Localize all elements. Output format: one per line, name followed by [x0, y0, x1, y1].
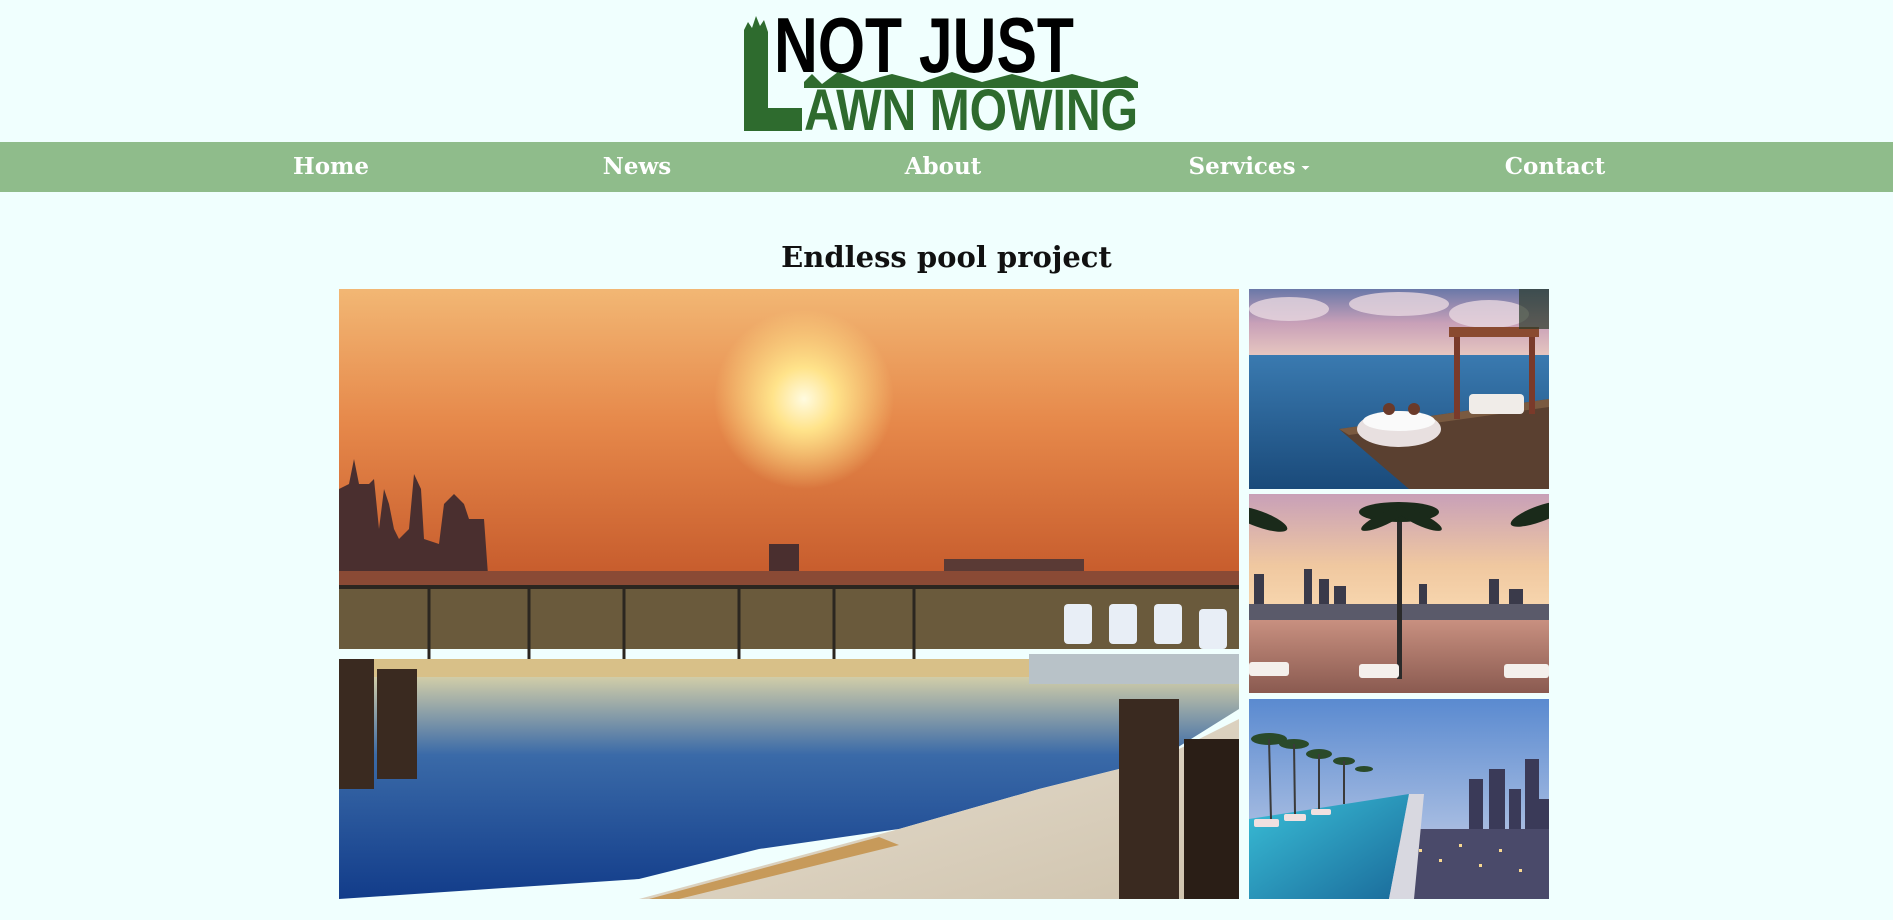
nav-home-label: Home: [292, 153, 370, 180]
nav-contact-label: Contact: [1504, 153, 1606, 180]
logo-graphic: NOT JUST AWN MOWING: [744, 2, 1138, 133]
page-title: Endless pool project: [781, 240, 1112, 274]
nav-about-label: About: [904, 153, 982, 180]
nav-home[interactable]: Home: [293, 142, 369, 192]
nav-services-label: Services: [1188, 153, 1296, 180]
site-logo[interactable]: NOT JUST AWN MOWING: [742, 2, 1144, 133]
main-gallery-image[interactable]: [339, 289, 1239, 899]
main-nav: Home News About Services Contact: [0, 142, 1893, 192]
nav-news-label: News: [602, 153, 672, 180]
gallery-thumbnail-1[interactable]: [1249, 289, 1549, 489]
nav-news[interactable]: News: [603, 142, 671, 192]
gallery-thumbnail-2[interactable]: [1249, 494, 1549, 693]
nav-contact[interactable]: Contact: [1505, 142, 1606, 192]
nav-about[interactable]: About: [905, 142, 982, 192]
nav-services[interactable]: Services: [1188, 142, 1310, 192]
gallery-thumbnail-3[interactable]: [1249, 699, 1549, 899]
logo-line1: NOT JUST: [774, 2, 1074, 89]
chevron-down-icon: [1301, 166, 1310, 170]
logo-line2: AWN MOWING: [804, 78, 1138, 133]
